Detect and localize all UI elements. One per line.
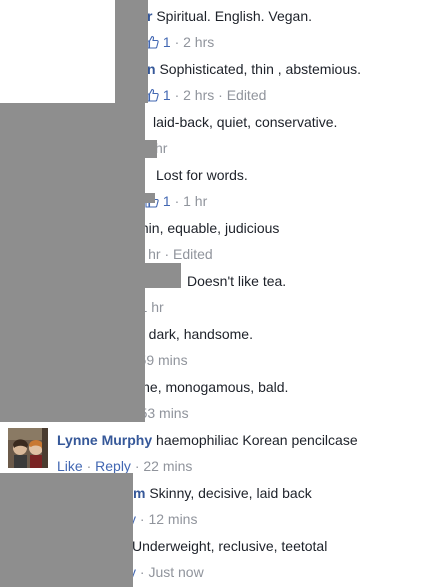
like-count: 1 (162, 34, 171, 50)
redaction-block (145, 193, 155, 203)
comment-time: · 22 mins (134, 458, 193, 474)
comment-time: · 1 hr (174, 193, 208, 209)
redaction-block (145, 263, 181, 288)
like-count-group[interactable]: 1 (145, 87, 175, 103)
comment-text: Lost for words. (156, 167, 248, 183)
like-count-group[interactable]: 1 (145, 34, 175, 50)
comment-text: Spiritual. English. Vegan. (156, 8, 312, 24)
comment-author[interactable]: m (133, 485, 145, 501)
comment-text: thin, equable, judicious (137, 220, 280, 236)
comment-time: · 2 hrs (174, 34, 215, 50)
like-count: 1 (162, 193, 171, 209)
comment-text: Sophisticated, thin , abstemious. (159, 61, 362, 77)
avatar-image (8, 428, 48, 468)
comment-row: r Spiritual. English. Vegan. 1 · 2 hrs (0, 4, 432, 57)
separator: · (86, 458, 92, 474)
redaction-block (115, 0, 148, 53)
redaction-block (0, 103, 145, 422)
redaction-block (145, 140, 157, 158)
comment-time: · Just now (139, 564, 204, 580)
comment-text: Underweight, reclusive, teetotal (132, 538, 328, 554)
comment-time: · 12 mins (139, 511, 198, 527)
comment-author[interactable]: Lynne Murphy (57, 432, 152, 448)
comment-text: haemophiliac Korean pencilcase (156, 432, 358, 448)
comment-text: Sane, monogamous, bald. (125, 379, 289, 395)
comment-text: laid-back, quiet, conservative. (153, 114, 338, 130)
reply-link[interactable]: Reply (95, 458, 131, 474)
comment-text: Skinny, decisive, laid back (149, 485, 312, 501)
avatar[interactable] (8, 428, 48, 468)
comment-author[interactable]: n (147, 61, 156, 77)
comment-time: · 2 hrs · Edited (174, 87, 267, 103)
like-count: 1 (162, 87, 171, 103)
redaction-block (0, 473, 133, 587)
comment-text: Doesn't like tea. (187, 273, 287, 289)
like-link[interactable]: Like (57, 458, 83, 474)
redaction-block (115, 53, 148, 103)
